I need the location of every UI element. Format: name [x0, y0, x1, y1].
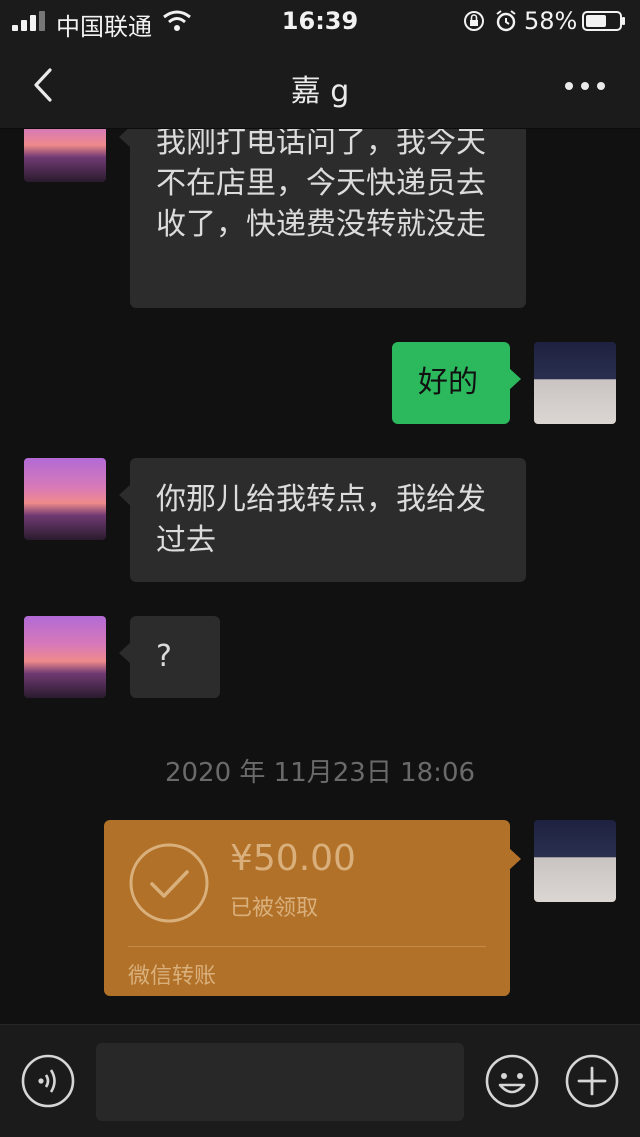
message-text: ?: [156, 639, 172, 674]
message-bubble[interactable]: 你那儿给我转点，我给发过去: [119, 458, 526, 582]
rotation-lock-icon: [464, 11, 484, 31]
my-avatar[interactable]: [534, 342, 616, 424]
emoji-icon[interactable]: [484, 1053, 540, 1109]
message-input[interactable]: [96, 1043, 464, 1121]
message-text: 好的: [418, 365, 478, 400]
contact-avatar[interactable]: [24, 458, 106, 540]
message-bubble[interactable]: ?: [119, 616, 220, 698]
message-timestamp: 2020 年 11月23日 18:06: [164, 758, 476, 788]
chat-title-text: 嘉 g: [290, 74, 350, 109]
my-message-bubble[interactable]: 好的: [392, 342, 521, 424]
contact-avatar[interactable]: [24, 616, 106, 698]
transfer-amount: ¥50.00: [230, 838, 356, 879]
plus-icon[interactable]: [564, 1053, 620, 1109]
status-bar: 中国联通 16:39 58%: [0, 0, 640, 42]
transfer-divider: [128, 946, 486, 947]
transfer-label: 微信转账: [128, 964, 217, 989]
alarm-icon: [496, 10, 516, 32]
transfer-card[interactable]: ¥50.00 已被领取 微信转账: [104, 820, 521, 996]
battery-icon: [582, 11, 625, 31]
message-text: 我刚打电话问了，我今天不在店里，今天快递员去收了，快递费没转就没走: [156, 125, 486, 242]
battery-percent: 58%: [524, 7, 578, 35]
more-dots-icon[interactable]: [560, 66, 610, 106]
my-avatar[interactable]: [534, 820, 616, 902]
message-text: 你那儿给我转点，我给发过去: [156, 482, 486, 558]
voice-icon[interactable]: [20, 1053, 76, 1109]
message-bubble[interactable]: 我刚打电话问了，我今天不在店里，今天快递员去收了，快递费没转就没走: [119, 100, 526, 308]
chat-header-overlay: 嘉 g: [0, 42, 640, 129]
check-circle-icon: [129, 843, 209, 923]
input-toolbar: [0, 1024, 640, 1137]
transfer-status: 已被领取: [230, 896, 319, 921]
